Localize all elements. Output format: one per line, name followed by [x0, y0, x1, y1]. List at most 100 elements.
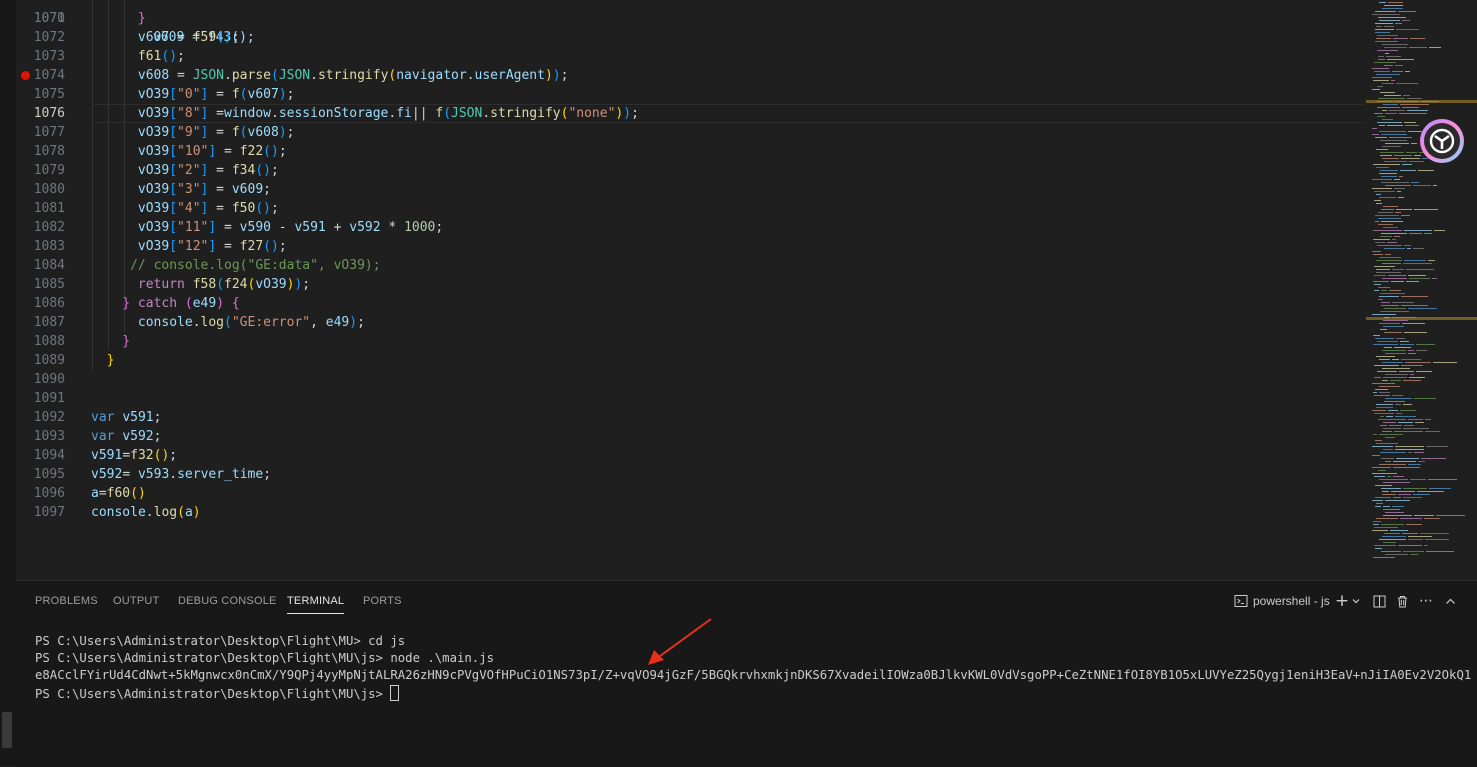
- code-token: v591: [91, 448, 123, 463]
- code-token: (: [239, 87, 248, 102]
- code-line[interactable]: 1071}: [16, 9, 1366, 28]
- code-line[interactable]: 1077 vO39["9"] = f(v608);: [16, 123, 1366, 142]
- line-code: vO39["2"] = f34();: [138, 161, 279, 180]
- split-terminal-icon[interactable]: [1371, 592, 1387, 610]
- code-token: [: [169, 125, 178, 140]
- code-token: ;: [263, 467, 272, 482]
- trash-icon[interactable]: [1394, 592, 1410, 610]
- terminal-profile-label: powershell - js: [1253, 594, 1330, 608]
- tab-output[interactable]: OUTPUT: [113, 595, 159, 607]
- line-code: v591=f32();: [91, 446, 177, 465]
- code-token: vO39: [137, 163, 170, 178]
- code-token: =: [208, 201, 232, 216]
- code-token: ]: [208, 239, 217, 254]
- code-token: =: [216, 239, 240, 254]
- tab-problems[interactable]: PROBLEMS: [35, 595, 98, 607]
- code-line[interactable]: 1072 v607 = f59();: [16, 28, 1366, 47]
- code-token: =: [208, 125, 232, 140]
- code-token: [: [169, 87, 178, 102]
- line-number: 1072: [33, 30, 65, 45]
- code-line[interactable]: 1073 f61();: [16, 47, 1366, 66]
- extension-avatar[interactable]: [1420, 119, 1464, 163]
- code-line[interactable]: 1083 vO39["12"] = f27();: [16, 237, 1366, 256]
- tab-terminal[interactable]: TERMINAL: [287, 595, 345, 614]
- code-editor[interactable]: 1070 v609 = f43(); 1071} 1072 v607 = f59()…: [0, 0, 1477, 580]
- line-code: var v591;: [91, 408, 161, 427]
- code-token: ): [278, 125, 287, 140]
- code-line[interactable]: 1094 v591=f32();: [16, 446, 1366, 465]
- maximize-panel-icon[interactable]: [1443, 592, 1457, 610]
- code-token: .: [192, 315, 201, 330]
- code-line[interactable]: 1092 var v591;: [16, 408, 1366, 427]
- more-icon[interactable]: ⋯: [1418, 592, 1434, 610]
- bottom-panel: PROBLEMS OUTPUT DEBUG CONSOLE TERMINAL P…: [16, 580, 1477, 767]
- tab-debug-console[interactable]: DEBUG CONSOLE: [178, 595, 277, 607]
- minimap[interactable]: [1366, 0, 1477, 580]
- code-token: (: [177, 505, 185, 520]
- code-token: (): [216, 30, 232, 45]
- code-line[interactable]: 1074 v608 = JSON.parse(JSON.stringify(nav…: [16, 66, 1366, 85]
- code-token: 1000: [404, 220, 436, 235]
- code-token: ;: [270, 201, 279, 216]
- code-line[interactable]: 1082 vO39["11"] = v590 - v591 + v592 * 10…: [16, 218, 1366, 237]
- tab-ports[interactable]: PORTS: [363, 595, 402, 607]
- code-token: var: [91, 429, 123, 444]
- code-line[interactable]: 1091: [16, 389, 1366, 408]
- code-line[interactable]: 1097 console.log(a): [16, 503, 1366, 522]
- left-gutter-strip: [0, 0, 16, 766]
- code-line[interactable]: 1080 vO39["3"] = v609;: [16, 180, 1366, 199]
- code-line[interactable]: 1090: [16, 370, 1366, 389]
- code-token: =: [208, 163, 232, 178]
- line-number: 1086: [33, 296, 65, 311]
- code-token: f22: [239, 144, 264, 159]
- line-number: 1089: [33, 353, 65, 368]
- plus-icon[interactable]: +: [1334, 591, 1350, 611]
- code-line[interactable]: 1076 vO39["8"] =window.sessionStorage.fi|…: [16, 104, 1366, 123]
- line-code: }: [122, 332, 130, 351]
- line-number: 1082: [33, 220, 65, 235]
- code-token: vO39: [137, 125, 170, 140]
- chevron-down-icon[interactable]: [1350, 592, 1362, 610]
- line-number: 1080: [33, 182, 65, 197]
- code-token: .: [466, 68, 475, 83]
- line-number: 1078: [33, 144, 65, 159]
- code-token: ||: [411, 106, 436, 121]
- code-token: ;: [302, 277, 311, 292]
- code-line[interactable]: 1078 vO39["10"] = f22();: [16, 142, 1366, 161]
- code-line[interactable]: 1079 vO39["2"] = f34();: [16, 161, 1366, 180]
- terminal-prompt[interactable]: PS C:\Users\Administrator\Desktop\Flight…: [35, 685, 400, 703]
- code-line[interactable]: 1086} catch (e49) {: [16, 294, 1366, 313]
- code-token: v607: [137, 30, 170, 45]
- code-line[interactable]: 1096 a=f60(): [16, 484, 1366, 503]
- code-token: ;: [435, 220, 444, 235]
- terminal-output[interactable]: e8ACclFYirUd4CdNwt+5kMgnwcx0nCmX/Y9QPj4y…: [35, 667, 1471, 684]
- code-token: f50: [231, 201, 256, 216]
- code-line[interactable]: 1084 // console.log("GE:data", vO39);: [16, 256, 1366, 275]
- code-token: ;: [153, 429, 162, 444]
- terminal-cursor: [390, 685, 400, 701]
- code-line[interactable]: 1095 v592= v593.server_time;: [16, 465, 1366, 484]
- panel-scrollbar-thumb[interactable]: [2, 712, 12, 748]
- code-token: vO39: [137, 87, 170, 102]
- line-code: // console.log("GE:data", vO39);: [130, 256, 380, 275]
- code-token: "3": [177, 182, 201, 197]
- line-number: 1088: [33, 334, 65, 349]
- terminal-profile-button[interactable]: powershell - js: [1234, 592, 1330, 610]
- code-line[interactable]: 1088}: [16, 332, 1366, 351]
- code-line[interactable]: 1093 var v592;: [16, 427, 1366, 446]
- line-number: 1081: [33, 201, 65, 216]
- code-token: JSON: [451, 106, 483, 121]
- code-token: v591: [294, 220, 326, 235]
- code-token: ;: [286, 125, 295, 140]
- code-line[interactable]: 1081 vO39["4"] = f50();: [16, 199, 1366, 218]
- code-line[interactable]: 1075 vO39["0"] = f(v607);: [16, 85, 1366, 104]
- code-token: ): [216, 296, 225, 311]
- code-token: "4": [177, 201, 201, 216]
- code-line[interactable]: 1089}: [16, 351, 1366, 370]
- code-token: a: [91, 486, 99, 501]
- code-line[interactable]: 1085 return f58(f24(vO39));: [16, 275, 1366, 294]
- code-token: [: [169, 182, 178, 197]
- code-line[interactable]: 1087 console.log("GE:error", e49);: [16, 313, 1366, 332]
- code-line-partial[interactable]: 1070 v609 = f43();: [16, 0, 1366, 45]
- line-number: 1071: [33, 11, 65, 26]
